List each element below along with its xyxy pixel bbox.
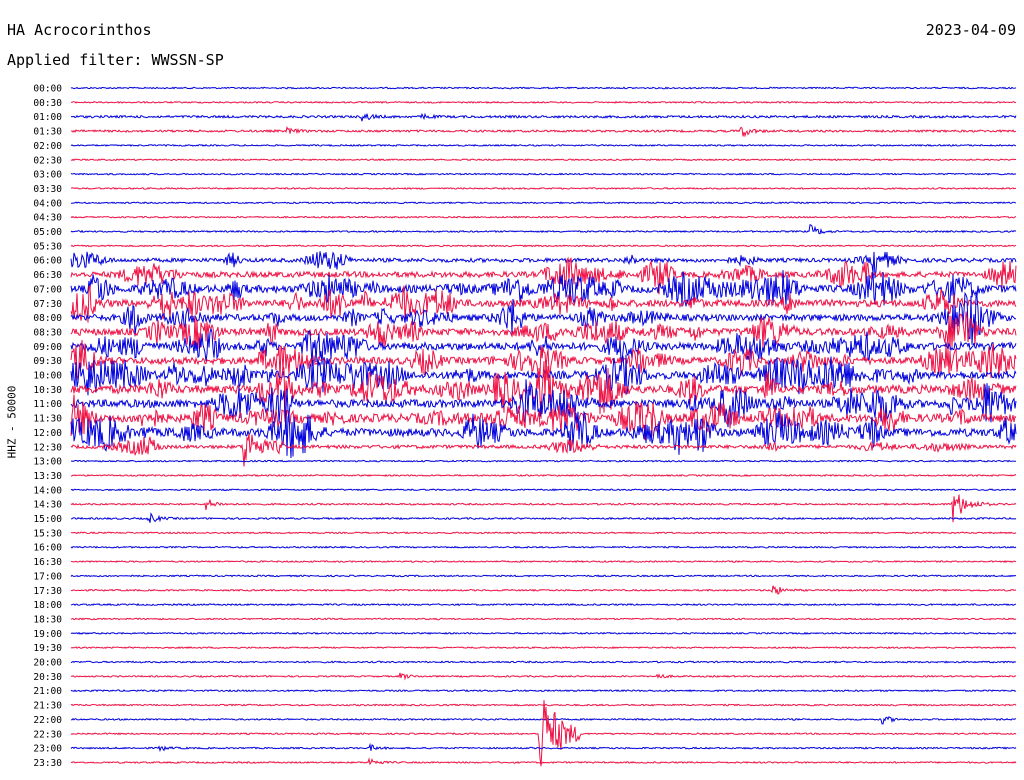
- time-tick-label: 21:30: [33, 701, 62, 712]
- trace-2030: [70, 672, 1017, 681]
- time-tick-label: 19:30: [33, 643, 62, 654]
- time-tick-label: 23:30: [33, 758, 62, 769]
- time-tick-label: 02:30: [33, 155, 62, 166]
- trace-1530: [70, 531, 1017, 535]
- trace-1500: [70, 512, 1017, 523]
- trace-1930: [70, 646, 1017, 650]
- time-tick-label: 10:00: [33, 371, 62, 382]
- trace-0530: [70, 244, 1017, 248]
- time-tick-label: 20:30: [33, 672, 62, 683]
- time-tick-label: 17:00: [33, 571, 62, 582]
- time-tick-label: 16:30: [33, 557, 62, 568]
- trace-0300: [70, 172, 1017, 176]
- time-tick-label: 11:30: [33, 414, 62, 425]
- time-tick-label: 08:30: [33, 327, 62, 338]
- time-tick-label: 01:00: [33, 112, 62, 123]
- trace-1830: [70, 617, 1017, 621]
- trace-0100: [70, 112, 1017, 122]
- trace-1200: [70, 410, 1017, 459]
- time-tick-label: 07:00: [33, 284, 62, 295]
- time-tick-label: 09:30: [33, 356, 62, 367]
- time-tick-label: 06:00: [33, 256, 62, 267]
- time-tick-label: 10:30: [33, 385, 62, 396]
- trace-2300: [70, 742, 1017, 753]
- time-tick-label: 16:00: [33, 543, 62, 554]
- time-tick-label: 03:00: [33, 170, 62, 181]
- trace-1700: [70, 574, 1017, 578]
- trace-0430: [70, 215, 1017, 219]
- time-tick-label: 12:30: [33, 442, 62, 453]
- trace-2100: [70, 689, 1017, 693]
- time-tick-label: 22:00: [33, 715, 62, 726]
- time-tick-label: 18:30: [33, 614, 62, 625]
- time-tick-label: 02:00: [33, 141, 62, 152]
- time-tick-label: 18:00: [33, 600, 62, 611]
- time-tick-label: 00:00: [33, 84, 62, 95]
- time-tick-label: 12:00: [33, 428, 62, 439]
- trace-0230: [70, 158, 1017, 162]
- time-tick-label: 07:30: [33, 299, 62, 310]
- time-tick-label: 14:30: [33, 500, 62, 511]
- time-tick-label: 20:00: [33, 658, 62, 669]
- time-tick-label: 15:00: [33, 514, 62, 525]
- time-tick-label: 19:00: [33, 629, 62, 640]
- time-tick-label: 14:00: [33, 485, 62, 496]
- time-tick-label: 13:30: [33, 471, 62, 482]
- time-tick-label: 03:30: [33, 184, 62, 195]
- time-tick-label: 04:30: [33, 213, 62, 224]
- time-tick-label: 15:30: [33, 528, 62, 539]
- trace-1330: [70, 473, 1017, 477]
- trace-1300: [71, 459, 1016, 463]
- trace-1600: [70, 545, 1017, 549]
- trace-2230: [70, 700, 1017, 767]
- trace-1730: [70, 585, 1017, 596]
- trace-1800: [70, 603, 1017, 607]
- time-tick-label: 04:00: [33, 198, 62, 209]
- trace-0130: [70, 125, 1017, 138]
- time-tick-label: 08:00: [33, 313, 62, 324]
- time-tick-label: 23:00: [33, 744, 62, 755]
- seismogram-plot: 00:00 00:30 01:00 01:30 02:00 02:30 03:00 03:30…: [33, 84, 1017, 769]
- trace-1630: [70, 560, 1017, 564]
- time-tick-label: 11:00: [33, 399, 62, 410]
- trace-0400: [71, 201, 1017, 205]
- trace-2000: [70, 660, 1017, 664]
- trace-0200: [70, 143, 1017, 147]
- time-tick-label: 00:30: [33, 98, 62, 109]
- trace-0030: [70, 100, 1017, 104]
- time-tick-label: 22:30: [33, 729, 62, 740]
- trace-0330: [70, 186, 1017, 190]
- time-tick-label: 21:00: [33, 686, 62, 697]
- trace-0500: [70, 224, 1017, 235]
- time-tick-label: 09:00: [33, 342, 62, 353]
- time-tick-label: 17:30: [33, 586, 62, 597]
- time-tick-label: 01:30: [33, 127, 62, 138]
- time-tick-label: 06:30: [33, 270, 62, 281]
- time-tick-label: 05:00: [33, 227, 62, 238]
- trace-1900: [70, 631, 1017, 635]
- time-tick-label: 05:30: [33, 241, 62, 252]
- trace-2330: [70, 757, 1017, 766]
- trace-0000: [70, 86, 1017, 90]
- trace-1400: [70, 488, 1017, 492]
- time-tick-label: 13:00: [33, 457, 62, 468]
